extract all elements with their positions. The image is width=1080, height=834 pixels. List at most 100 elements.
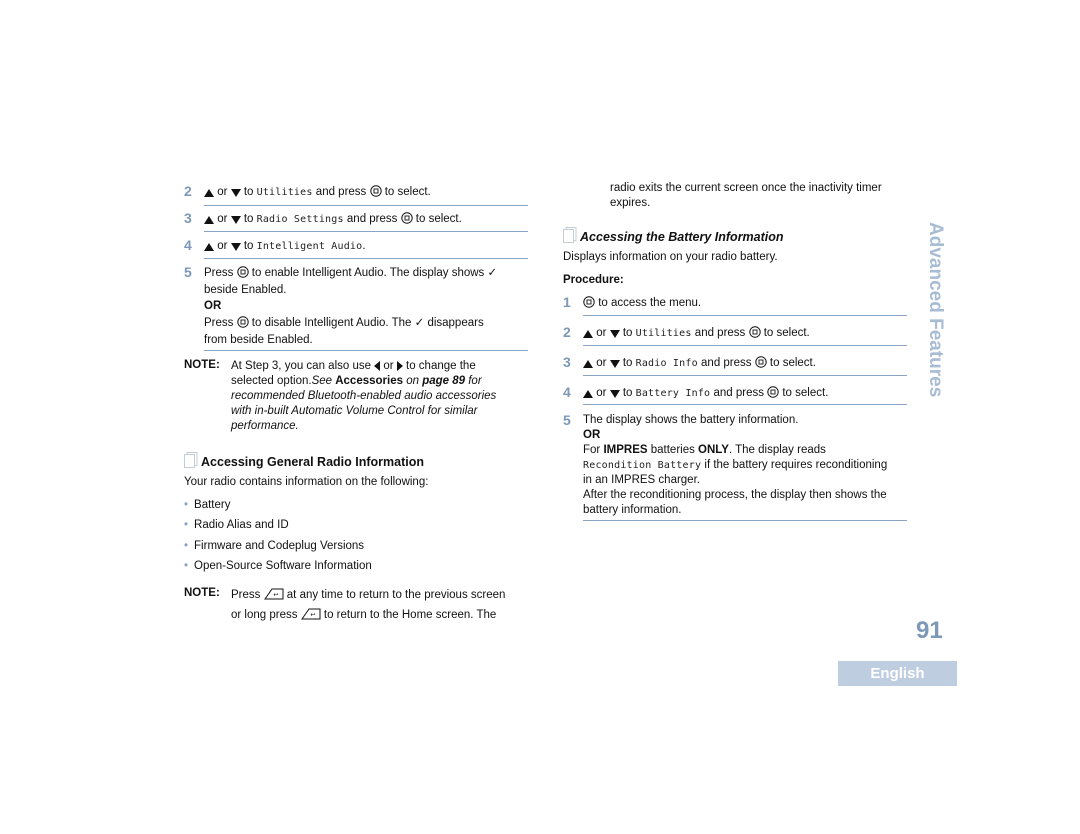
document-icon <box>563 227 577 243</box>
document-icon <box>184 452 198 468</box>
step-text: to disable Intelligent Audio. The ✓ disa… <box>248 317 484 329</box>
step-text: or <box>214 186 231 198</box>
step-number: 4 <box>563 384 571 400</box>
procedure-label: Procedure: <box>563 274 624 286</box>
step-text: to access the menu. <box>595 297 702 309</box>
down-arrow-icon <box>231 189 241 197</box>
note-text: radio exits the current screen once the … <box>610 182 882 194</box>
step-text: Press <box>204 317 237 329</box>
step-text: or <box>593 327 610 339</box>
divider <box>204 258 528 259</box>
step-text: and press <box>691 327 749 339</box>
list-item: • Radio Alias and ID <box>184 519 289 531</box>
up-arrow-icon <box>583 390 593 398</box>
step-number: 4 <box>184 237 192 253</box>
ok-button-icon <box>401 212 413 224</box>
step-text: or <box>214 213 231 225</box>
up-arrow-icon <box>583 360 593 368</box>
note-label: NOTE: <box>184 359 220 371</box>
step-text: to <box>619 387 636 399</box>
ok-button-icon <box>767 386 779 398</box>
step-number: 2 <box>184 183 192 199</box>
step-text: or <box>593 387 610 399</box>
divider <box>583 315 907 316</box>
down-arrow-icon <box>231 243 241 251</box>
down-arrow-icon <box>610 390 620 398</box>
note-body: At Step 3, you can also use or to change… <box>231 359 531 434</box>
menu-item-utilities: Utilities <box>635 328 692 339</box>
divider <box>204 350 528 351</box>
step-text: to select. <box>381 186 431 198</box>
up-arrow-icon <box>583 330 593 338</box>
menu-item-intelligent-audio: Intelligent Audio <box>256 241 363 252</box>
step-number: 1 <box>563 294 571 310</box>
step-text: and press <box>343 213 401 225</box>
step-text: in an IMPRES charger. <box>583 474 700 486</box>
list-item: • Open-Source Software Information <box>184 560 372 572</box>
note-text: to change the <box>402 360 476 372</box>
note-text: with in-built Automatic Volume Control f… <box>231 405 478 417</box>
step-text: and press <box>710 387 768 399</box>
ok-button-icon <box>370 185 382 197</box>
up-arrow-icon <box>204 189 214 197</box>
ok-button-icon <box>583 296 595 308</box>
divider <box>204 205 528 206</box>
step-text: batteries <box>647 444 699 456</box>
step-text: and press <box>312 186 370 198</box>
or-label: OR <box>583 429 601 441</box>
menu-item-radio-info: Radio Info <box>635 358 698 369</box>
chapter-title-text: Advanced Features <box>925 222 946 398</box>
step-text: Press <box>204 267 237 279</box>
step-text: ONLY <box>698 444 729 456</box>
step-text: . The display reads <box>728 444 826 456</box>
menu-item-utilities: Utilities <box>256 187 313 198</box>
step-text: . <box>362 240 366 252</box>
page-89-link[interactable]: page 89 <box>422 375 465 387</box>
step-text: to select. <box>412 213 462 225</box>
step-number: 2 <box>563 324 571 340</box>
step-text: battery information. <box>583 504 682 516</box>
or-label: OR <box>204 300 222 312</box>
divider <box>583 375 907 376</box>
step-text: to <box>240 213 257 225</box>
heading-text: Accessing General Radio Information <box>201 455 424 469</box>
note-text: or <box>380 360 397 372</box>
step-text: to select. <box>766 357 816 369</box>
divider <box>583 520 907 521</box>
list-item-text: Battery <box>194 499 231 511</box>
step-text: beside Enabled. <box>204 284 287 296</box>
step-text: For <box>583 444 604 456</box>
list-item-text: Open-Source Software Information <box>194 560 372 572</box>
list-item-text: Firmware and Codeplug Versions <box>194 540 365 552</box>
ok-button-icon <box>755 356 767 368</box>
note-text: at any time to return to the previous sc… <box>283 589 506 601</box>
heading-text: Accessing the Battery Information <box>580 230 784 244</box>
list-item-text: Radio Alias and ID <box>194 519 289 531</box>
accessories-link[interactable]: Accessories <box>335 375 403 387</box>
section-heading-general-radio-info: Accessing General Radio Information <box>184 452 424 469</box>
note-continuation: radio exits the current screen once the … <box>610 181 882 211</box>
page-number: 91 <box>916 617 943 644</box>
note-text: expires. <box>610 197 651 209</box>
note-text: to return to the Home screen. The <box>320 609 497 621</box>
language-tab[interactable]: English <box>838 661 957 686</box>
ok-button-icon <box>749 326 761 338</box>
step-text: to select. <box>779 387 829 399</box>
back-home-button-icon <box>264 588 284 600</box>
up-arrow-icon <box>204 216 214 224</box>
step-text: to select. <box>760 327 810 339</box>
step-text: if the battery requires reconditioning <box>701 459 888 471</box>
step-text: The display shows the battery informatio… <box>583 414 799 426</box>
step-text: to <box>240 240 257 252</box>
note-text: on <box>403 375 423 387</box>
display-text-recondition-battery: Recondition Battery <box>583 460 702 471</box>
step-text: and press <box>697 357 755 369</box>
note-text: performance. <box>231 420 299 432</box>
note-text: or long press <box>231 609 301 621</box>
note-text: for <box>465 375 482 387</box>
step-text: from beside Enabled. <box>204 334 313 346</box>
note-text: recommended Bluetooth-enabled audio acce… <box>231 390 497 402</box>
back-home-button-icon <box>301 608 321 620</box>
note-text: See <box>311 375 336 387</box>
step-text: to enable Intelligent Audio. The display… <box>248 267 498 279</box>
